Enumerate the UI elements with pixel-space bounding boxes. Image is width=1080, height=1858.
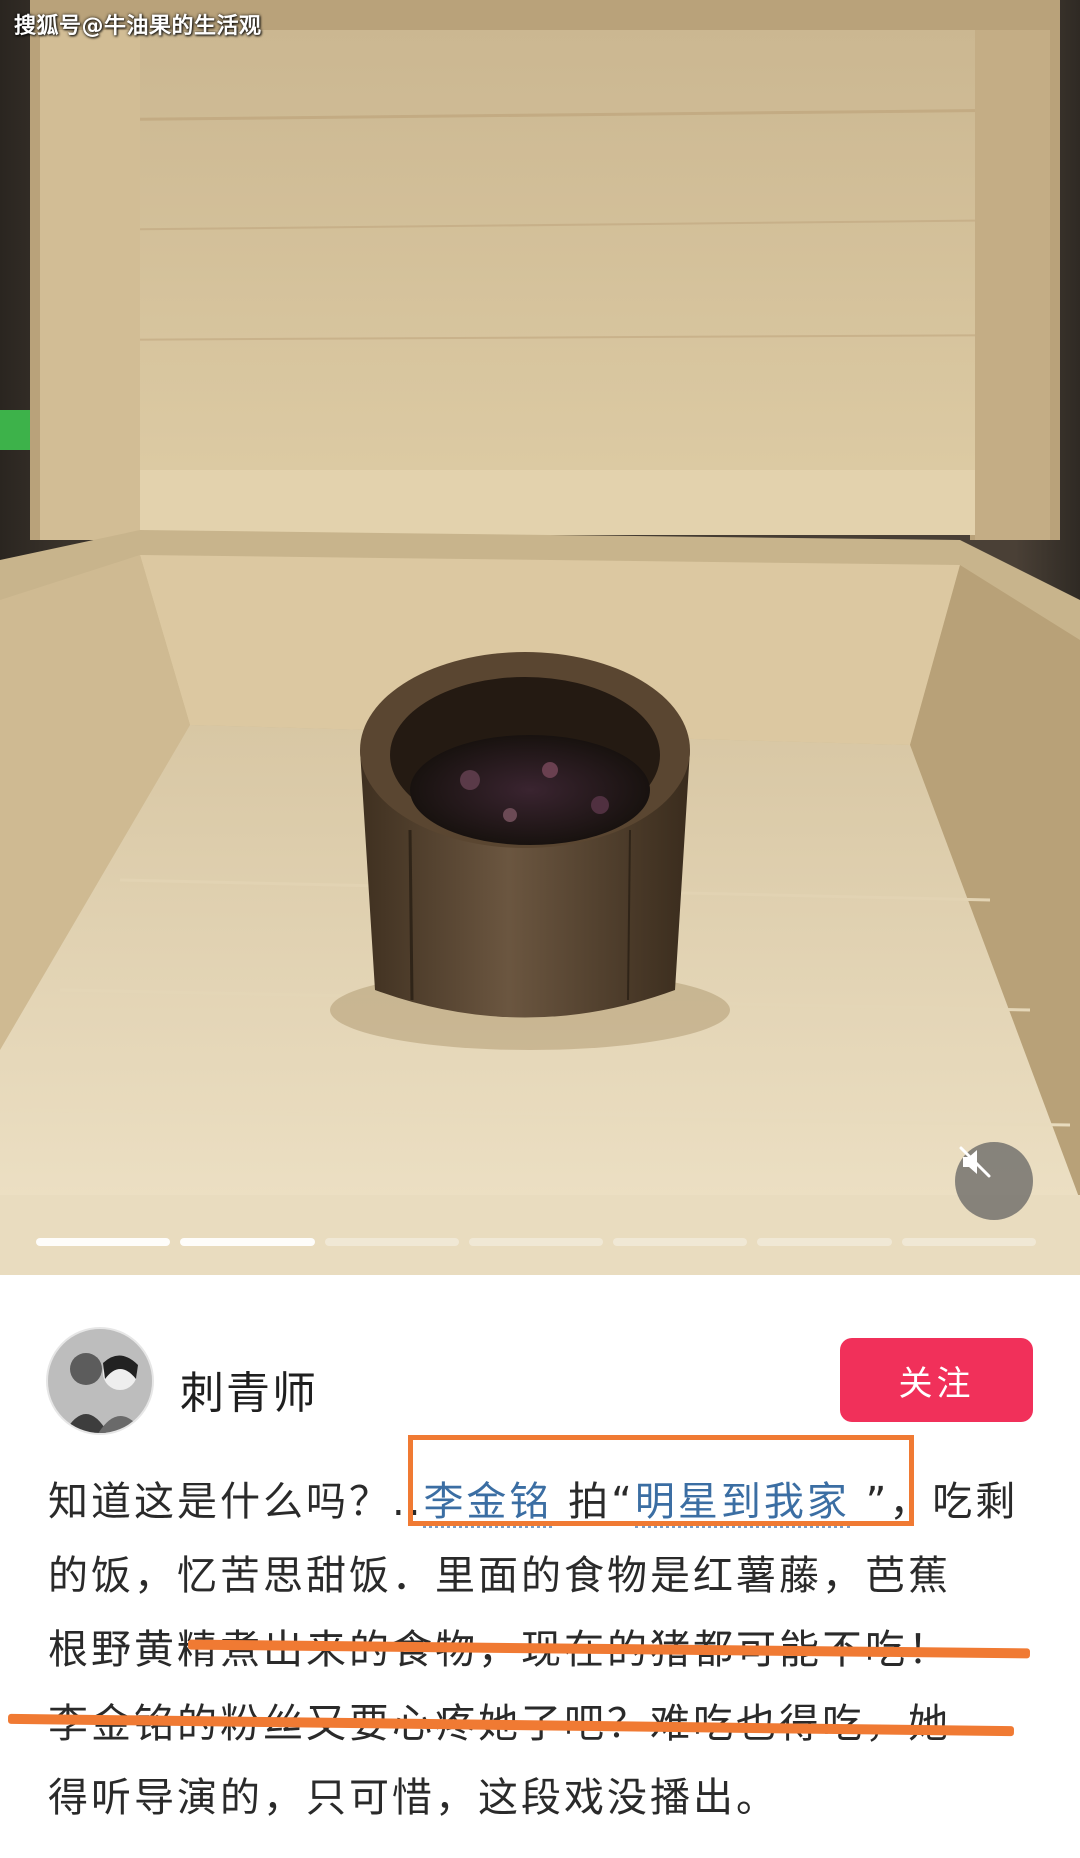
highlight-box-annotation — [408, 1435, 914, 1526]
source-watermark: 搜狐号@牛油果的生活观 — [14, 14, 262, 39]
mute-button[interactable] — [955, 1142, 1033, 1220]
wooden-box-photo — [0, 0, 1080, 1275]
progress-segment — [468, 1238, 604, 1246]
progress-segment — [613, 1238, 748, 1246]
text-segment: 知道这是什么吗？ — [48, 1479, 392, 1525]
progress-segment — [324, 1238, 459, 1246]
carousel-progress — [36, 1238, 1036, 1246]
progress-segment — [757, 1238, 892, 1246]
progress-segment — [901, 1238, 1036, 1246]
speaker-muted-icon — [959, 1146, 991, 1178]
text-line: 得听导演的，只可惜，这段戏没播出。 — [48, 1775, 779, 1821]
author-name[interactable]: 刺青师 — [180, 1357, 318, 1421]
author-avatar[interactable] — [46, 1327, 154, 1435]
follow-button[interactable]: 关注 — [840, 1338, 1033, 1422]
post-card: 刺青师 关注 知道这是什么吗？..李金铭 拍“明星到我家 ”，吃剩 的饭，忆苦思… — [0, 1275, 1080, 1858]
post-photo[interactable]: 搜狐号@牛油果的生活观 — [0, 0, 1080, 1275]
progress-segment — [180, 1238, 315, 1246]
avatar-image — [48, 1329, 152, 1433]
progress-segment — [36, 1238, 171, 1246]
text-line: 的饭，忆苦思甜饭．里面的食物是红薯藤，芭蕉 — [48, 1553, 951, 1599]
